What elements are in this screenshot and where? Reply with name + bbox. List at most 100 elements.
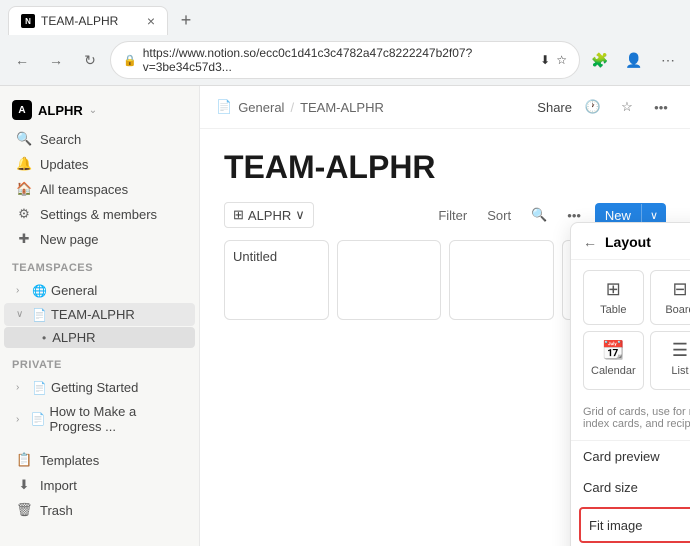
favorite-button[interactable]: ☆ (614, 94, 640, 120)
sidebar-item-search[interactable]: 🔍 Search (4, 127, 195, 151)
db-icon: ⊞ (233, 207, 244, 223)
sort-button[interactable]: Sort (481, 204, 517, 227)
breadcrumb-current: TEAM-ALPHR (300, 100, 384, 115)
more-button[interactable]: ⋯ (654, 46, 682, 74)
getting-started-icon: 📄 (32, 381, 47, 395)
app: A ALPHR ⌄ 🔍 Search 🔔 Updates 🏠 All teams… (0, 86, 690, 546)
card-2[interactable] (337, 240, 442, 320)
general-icon: 🌐 (32, 284, 47, 298)
card-1-title: Untitled (233, 249, 277, 264)
share-button[interactable]: Share (537, 100, 572, 115)
sidebar-search-label: Search (40, 132, 81, 147)
settings-icon: ⚙ (16, 206, 32, 222)
general-label: General (51, 283, 97, 298)
team-alphr-label: TEAM-ALPHR (51, 307, 135, 322)
sidebar-item-new-page[interactable]: ✚ New page (4, 227, 195, 251)
workspace-avatar: A (12, 100, 32, 120)
card-3[interactable] (449, 240, 554, 320)
breadcrumb-parent[interactable]: General (238, 100, 284, 115)
fit-image-row[interactable]: Fit image (579, 507, 690, 543)
lock-icon: 🔒 (123, 54, 137, 67)
db-name-button[interactable]: ⊞ ALPHR ∨ (224, 202, 314, 228)
tab-favicon: N (21, 14, 35, 28)
page-title: TEAM-ALPHR (224, 149, 666, 186)
layout-table[interactable]: ⊞ Table (583, 270, 644, 325)
trash-icon: 🗑 (16, 502, 32, 518)
sidebar-item-team-alphr[interactable]: ∨ 📄 TEAM-ALPHR (4, 303, 195, 326)
board-layout-icon: ⊟ (672, 279, 687, 300)
sidebar-item-progress[interactable]: › 📄 How to Make a Progress ... (4, 400, 195, 438)
list-layout-label: List (671, 365, 688, 377)
sidebar-all-teamspaces-label: All teamspaces (40, 182, 128, 197)
layout-board[interactable]: ⊟ Board (650, 270, 690, 325)
forward-button[interactable]: → (42, 46, 70, 74)
card-3-body (450, 241, 553, 257)
updates-icon: 🔔 (16, 156, 32, 172)
tab-title: TEAM-ALPHR (41, 14, 141, 28)
import-icon: ⬇ (16, 477, 32, 493)
new-page-icon: ✚ (16, 231, 32, 247)
templates-icon: 📋 (16, 452, 32, 468)
sidebar-item-alphr[interactable]: • ALPHR (4, 327, 195, 348)
progress-label: How to Make a Progress ... (49, 404, 187, 434)
templates-label: Templates (40, 453, 99, 468)
profile-button[interactable]: 👤 (620, 46, 648, 74)
breadcrumb-page-icon: 📄 (216, 99, 232, 115)
sidebar-item-getting-started[interactable]: › 📄 Getting Started (4, 376, 195, 399)
sidebar-item-all-teamspaces[interactable]: 🏠 All teamspaces (4, 177, 195, 201)
card-size-label: Card size (583, 480, 690, 495)
download-icon: ⬇ (540, 53, 550, 67)
sidebar-settings-label: Settings & members (40, 207, 157, 222)
layout-list[interactable]: ☰ List (650, 331, 690, 390)
tab-close-button[interactable]: × (147, 13, 155, 29)
star-icon: ☆ (556, 53, 567, 67)
history-button[interactable]: 🕐 (580, 94, 606, 120)
main-content: 📄 General / TEAM-ALPHR Share 🕐 ☆ ••• TEA… (200, 86, 690, 546)
getting-started-label: Getting Started (51, 380, 138, 395)
sidebar-item-updates[interactable]: 🔔 Updates (4, 152, 195, 176)
breadcrumb: 📄 General / TEAM-ALPHR (216, 99, 529, 115)
card-preview-row[interactable]: Card preview Page cover › (571, 441, 690, 472)
db-chevron-icon: ∨ (295, 207, 305, 223)
layout-calendar[interactable]: 📆 Calendar (583, 331, 644, 390)
sidebar-item-trash[interactable]: 🗑 Trash (4, 498, 195, 522)
workspace-selector[interactable]: A ALPHR ⌄ (0, 94, 199, 126)
browser-tab[interactable]: N TEAM-ALPHR × (8, 6, 168, 35)
calendar-layout-label: Calendar (591, 365, 636, 377)
back-button[interactable]: ← (8, 46, 36, 74)
sidebar-updates-label: Updates (40, 157, 88, 172)
extension-button[interactable]: 🧩 (586, 46, 614, 74)
popup-header: ← Layout × (571, 223, 690, 260)
board-layout-label: Board (665, 304, 690, 316)
teamspaces-section-label: Teamspaces (0, 252, 199, 278)
card-1[interactable]: Untitled (224, 240, 329, 320)
new-tab-button[interactable]: + (172, 7, 200, 35)
workspace-name: ALPHR (38, 103, 83, 118)
card-2-body (338, 241, 441, 257)
team-alphr-chevron-icon: ∨ (16, 309, 28, 320)
filter-button[interactable]: Filter (432, 204, 473, 227)
popup-back-button[interactable]: ← (583, 234, 597, 250)
sidebar-item-general[interactable]: › 🌐 General (4, 279, 195, 302)
sidebar-item-templates[interactable]: 📋 Templates (4, 448, 195, 472)
sidebar-item-import[interactable]: ⬇ Import (4, 473, 195, 497)
fit-image-label: Fit image (589, 518, 690, 533)
url-text: https://www.notion.so/ecc0c1d41c3c4782a4… (143, 46, 534, 74)
layout-description: Grid of cards, use for mood boards, inde… (571, 400, 690, 441)
card-1-body: Untitled (225, 241, 328, 272)
refresh-button[interactable]: ↻ (76, 46, 104, 74)
sidebar-item-settings[interactable]: ⚙ Settings & members (4, 202, 195, 226)
popup-title: Layout (605, 234, 690, 250)
layout-popup: ← Layout × ⊞ Table ⊟ Board 📅 Timeline (570, 222, 690, 546)
db-name-label: ALPHR (248, 208, 291, 223)
search-icon: 🔍 (16, 131, 32, 147)
workspace-chevron-icon: ⌄ (89, 105, 97, 116)
import-label: Import (40, 478, 77, 493)
page-header: 📄 General / TEAM-ALPHR Share 🕐 ☆ ••• (200, 86, 690, 129)
address-bar[interactable]: 🔒 https://www.notion.so/ecc0c1d41c3c4782… (110, 41, 580, 79)
card-size-row[interactable]: Card size Medium › (571, 472, 690, 503)
calendar-layout-icon: 📆 (602, 340, 624, 361)
search-button[interactable]: 🔍 (525, 203, 553, 227)
layout-options-grid: ⊞ Table ⊟ Board 📅 Timeline 📆 Calendar ☰ (571, 260, 690, 400)
more-options-button[interactable]: ••• (648, 94, 674, 120)
